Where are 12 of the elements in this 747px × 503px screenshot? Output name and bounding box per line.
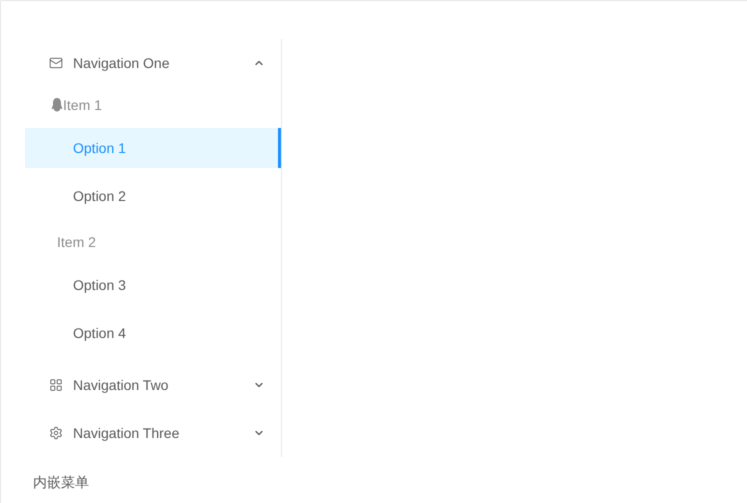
mail-icon [49, 56, 63, 70]
submenu-title[interactable]: Navigation Three [25, 409, 281, 457]
menu-item[interactable]: Option 4 [25, 313, 281, 353]
submenu-title[interactable]: Navigation Two [25, 361, 281, 409]
group-title: Item 2 [57, 234, 96, 250]
submenu-title[interactable]: Navigation One [25, 39, 281, 87]
menu-item[interactable]: Option 3 [25, 265, 281, 305]
grid-icon [49, 378, 63, 392]
settings-icon [49, 426, 63, 440]
menu-item[interactable]: Option 2 [25, 176, 281, 216]
section-title: 内嵌菜单 [32, 473, 90, 491]
group-title: Item 1 [63, 97, 102, 113]
